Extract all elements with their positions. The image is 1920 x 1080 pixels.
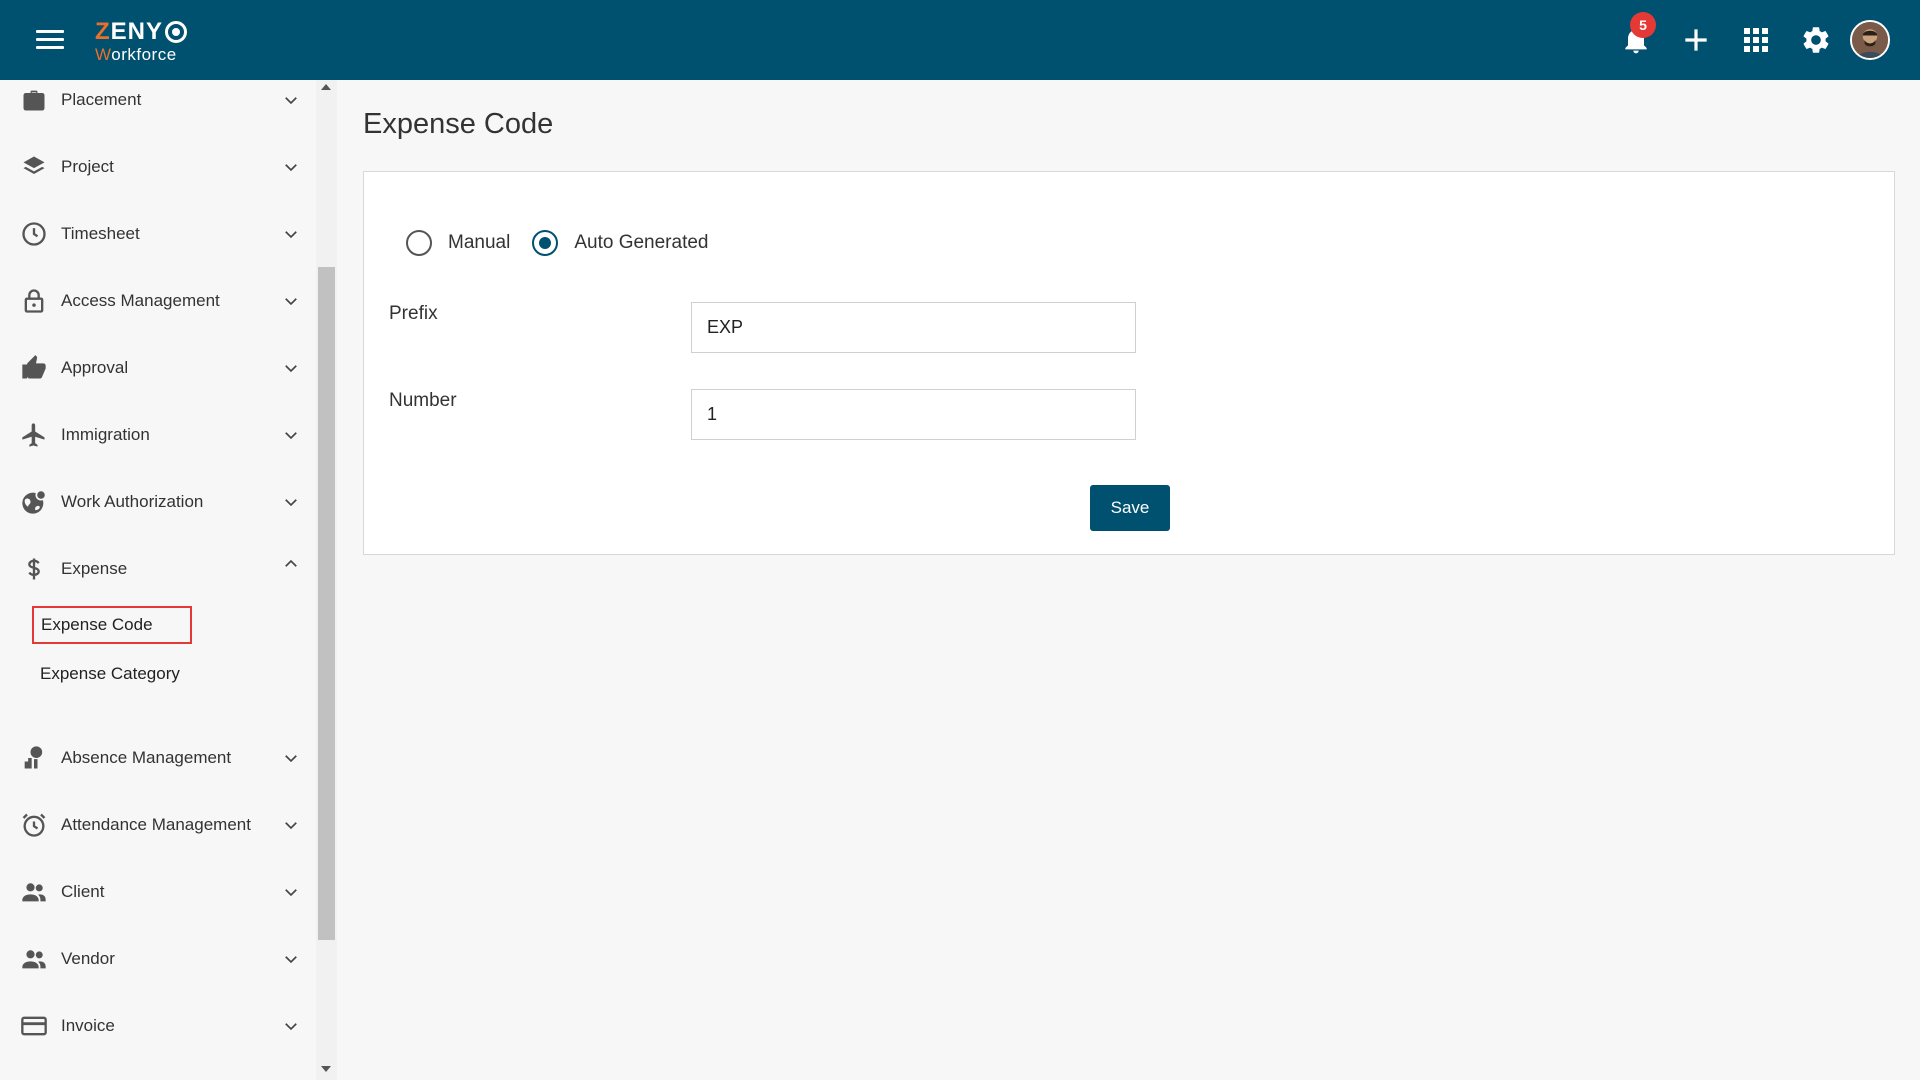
sidebar: Placement Project Timesheet Access Manag… xyxy=(0,80,337,1080)
people-icon xyxy=(22,883,46,902)
sidebar-item-label: Timesheet xyxy=(61,224,140,243)
chevron-down-icon[interactable] xyxy=(282,493,300,511)
sidebar-item-label: Attendance Management xyxy=(61,815,251,834)
prefix-label: Prefix xyxy=(389,303,438,324)
auto-generated-radio-label[interactable]: Auto Generated xyxy=(574,232,708,254)
number-input[interactable] xyxy=(691,389,1136,440)
airplane-icon xyxy=(22,423,45,447)
sidebar-item-label: Immigration xyxy=(61,425,150,444)
save-button[interactable]: Save xyxy=(1090,485,1170,531)
sidebar-subitem-expense-code[interactable]: Expense Code xyxy=(32,606,192,644)
menu-icon[interactable] xyxy=(36,30,64,52)
sidebar-item-label: Project xyxy=(61,157,114,176)
sidebar-item-invoice[interactable]: Invoice xyxy=(0,1006,316,1046)
sidebar-item-expense[interactable]: Expense xyxy=(0,549,316,589)
sidebar-item-label: Placement xyxy=(61,90,142,109)
sidebar-item-project[interactable]: Project xyxy=(0,147,316,187)
chevron-down-icon[interactable] xyxy=(282,749,300,767)
sidebar-item-timesheet[interactable]: Timesheet xyxy=(0,214,316,254)
person-absent-icon xyxy=(24,746,43,769)
chevron-down-icon[interactable] xyxy=(282,883,300,901)
sidebar-item-label: Vendor xyxy=(61,949,115,968)
sidebar-subitem-expense-category[interactable]: Expense Category xyxy=(40,664,180,684)
code-mode-radio-group: Manual Auto Generated xyxy=(406,230,730,256)
avatar[interactable] xyxy=(1850,20,1890,60)
globe-icon xyxy=(22,489,47,514)
people-icon xyxy=(22,950,46,969)
layers-icon xyxy=(23,156,45,174)
sidebar-item-client[interactable]: Client xyxy=(0,872,316,912)
manual-radio-label[interactable]: Manual xyxy=(448,232,510,254)
scroll-down-arrow-icon[interactable] xyxy=(321,1066,331,1072)
sidebar-item-label: Invoice xyxy=(61,1016,115,1035)
page-title: Expense Code xyxy=(363,108,554,140)
chevron-down-icon[interactable] xyxy=(282,292,300,310)
chevron-down-icon[interactable] xyxy=(282,359,300,377)
chevron-down-icon[interactable] xyxy=(282,225,300,243)
thumbs-up-icon xyxy=(22,355,46,379)
chevron-up-icon[interactable] xyxy=(282,555,300,573)
top-header: Z ENY Workforce 5 xyxy=(0,0,1920,80)
apps-grid-icon[interactable] xyxy=(1740,24,1772,56)
sidebar-item-label: Access Management xyxy=(61,291,220,310)
sidebar-subitem-label: Expense Category xyxy=(40,664,180,683)
plus-icon[interactable] xyxy=(1680,24,1712,56)
briefcase-icon xyxy=(23,90,45,111)
sidebar-item-label: Client xyxy=(61,882,105,901)
chevron-down-icon[interactable] xyxy=(282,950,300,968)
chevron-down-icon[interactable] xyxy=(282,1017,300,1035)
sidebar-item-vendor[interactable]: Vendor xyxy=(0,939,316,979)
sidebar-item-label: Work Authorization xyxy=(61,492,204,511)
logo-subtitle: Workforce xyxy=(95,45,177,64)
auto-generated-radio[interactable] xyxy=(532,230,559,256)
number-label: Number xyxy=(389,390,457,411)
sidebar-scrollbar-thumb[interactable] xyxy=(318,267,335,940)
chevron-down-icon[interactable] xyxy=(282,158,300,176)
scroll-up-arrow-icon[interactable] xyxy=(321,84,331,90)
sidebar-item-approval[interactable]: Approval xyxy=(0,348,316,388)
notification-badge[interactable]: 5 xyxy=(1630,12,1656,38)
sidebar-item-label: Expense xyxy=(61,559,128,578)
avatar-image xyxy=(1852,22,1888,58)
sidebar-item-placement[interactable]: Placement xyxy=(0,80,316,120)
sidebar-item-absence-management[interactable]: Absence Management xyxy=(0,738,316,778)
sidebar-item-label: Approval xyxy=(61,358,129,377)
chevron-down-icon[interactable] xyxy=(282,426,300,444)
expense-code-form: Manual Auto Generated Prefix Number Save xyxy=(363,171,1895,555)
clock-icon xyxy=(22,222,46,246)
lock-icon xyxy=(24,289,44,313)
prefix-input[interactable] xyxy=(691,302,1136,353)
alarm-clock-icon xyxy=(22,813,46,837)
sidebar-item-access-management[interactable]: Access Management xyxy=(0,281,316,321)
card-icon xyxy=(21,1016,47,1036)
gear-icon[interactable] xyxy=(1800,24,1832,56)
sidebar-item-label: Absence Management xyxy=(61,748,232,767)
sidebar-subitem-label: Expense Code xyxy=(41,615,153,634)
chevron-down-icon[interactable] xyxy=(282,91,300,109)
sidebar-item-attendance-management[interactable]: Attendance Management xyxy=(0,805,316,845)
logo-brand: Z ENY xyxy=(95,20,188,44)
logo[interactable]: Z ENY Workforce xyxy=(95,20,188,64)
sidebar-item-immigration[interactable]: Immigration xyxy=(0,415,316,455)
chevron-down-icon[interactable] xyxy=(282,816,300,834)
sidebar-item-work-authorization[interactable]: Work Authorization xyxy=(0,482,316,522)
manual-radio[interactable] xyxy=(406,230,432,256)
dollar-icon xyxy=(28,558,40,580)
